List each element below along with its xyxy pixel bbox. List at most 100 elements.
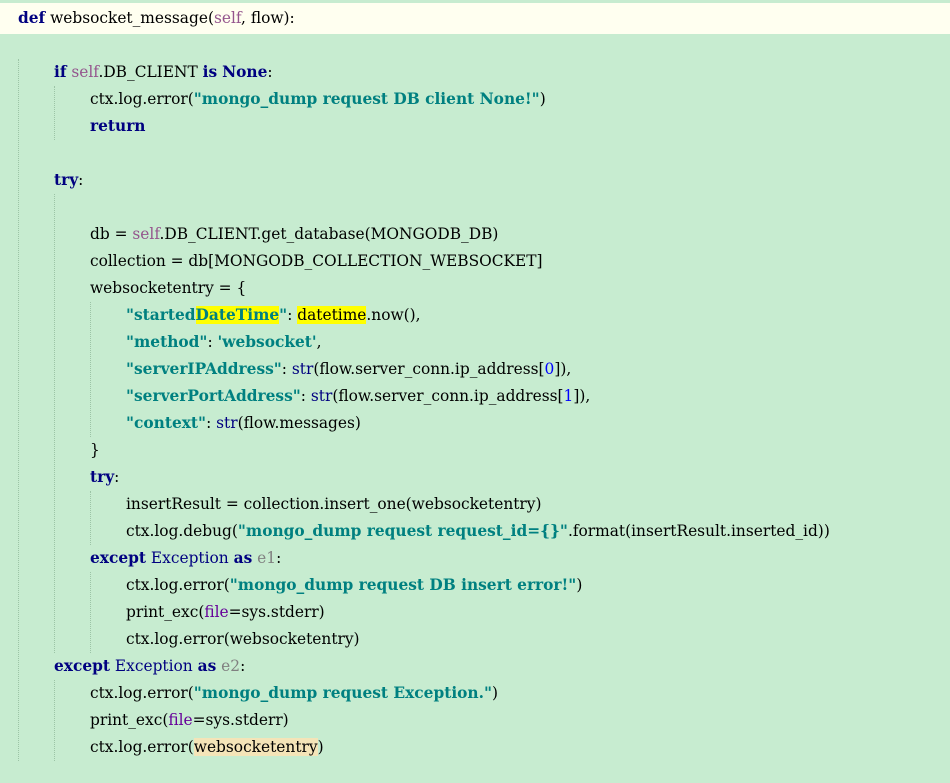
code-text: ctx.log.error(websocketentry) <box>126 626 360 653</box>
code-token: file <box>204 603 229 621</box>
code-text: return <box>90 113 146 140</box>
code-token: Exception <box>150 549 229 567</box>
code-line[interactable]: def websocket_message(self, flow): <box>0 3 950 34</box>
code-token: (flow.server_conn.ip_address[ <box>332 387 564 405</box>
code-line[interactable]: try: <box>0 464 950 491</box>
code-line[interactable]: except Exception as e1: <box>0 545 950 572</box>
code-line[interactable] <box>0 194 950 221</box>
code-token: str <box>291 360 314 378</box>
code-token: : <box>78 171 84 189</box>
code-token: def <box>18 9 46 27</box>
code-token: } <box>90 441 100 459</box>
code-text: } <box>90 437 100 464</box>
code-line[interactable]: ctx.log.error("mongo_dump request DB cli… <box>0 86 950 113</box>
code-text: insertResult = collection.insert_one(web… <box>126 491 541 518</box>
code-token: str <box>216 414 238 432</box>
code-token: : <box>276 549 282 567</box>
code-token: try <box>90 468 115 486</box>
code-line[interactable]: return <box>0 113 950 140</box>
code-line[interactable] <box>0 32 950 59</box>
code-token: 0 <box>544 360 555 378</box>
code-token: : <box>206 414 217 432</box>
code-line[interactable]: "serverIPAddress": str(flow.server_conn.… <box>0 356 950 383</box>
code-line[interactable]: "serverPortAddress": str(flow.server_con… <box>0 383 950 410</box>
indent-guide <box>54 194 55 653</box>
code-token: .DB_CLIENT.get_database(MONGODB_DB) <box>159 225 499 243</box>
code-token: websocketentry <box>193 738 318 756</box>
code-line[interactable]: collection = db[MONGODB_COLLECTION_WEBSO… <box>0 248 950 275</box>
code-token: =sys.stderr) <box>228 603 325 621</box>
code-token: is <box>202 63 218 81</box>
code-line[interactable]: db = self.DB_CLIENT.get_database(MONGODB… <box>0 221 950 248</box>
code-line[interactable]: if self.DB_CLIENT is None: <box>0 59 950 86</box>
code-token: ctx.log.debug( <box>126 522 238 540</box>
code-editor[interactable]: def websocket_message(self, flow): if sel… <box>0 0 950 783</box>
code-text: "serverIPAddress": str(flow.server_conn.… <box>126 356 571 383</box>
code-line[interactable]: ctx.log.error(websocketentry) <box>0 626 950 653</box>
code-line[interactable]: try: <box>0 167 950 194</box>
code-line[interactable]: "context": str(flow.messages) <box>0 410 950 437</box>
code-line[interactable]: ctx.log.error(websocketentry) <box>0 734 950 761</box>
code-token: : <box>281 360 292 378</box>
code-text: db = self.DB_CLIENT.get_database(MONGODB… <box>90 221 498 248</box>
code-token: "mongo_dump request request_id={}" <box>237 522 568 540</box>
code-line[interactable]: "startedDateTime": datetime.now(), <box>0 302 950 329</box>
code-token: ) <box>492 684 499 702</box>
code-token: 'websocket' <box>217 333 317 351</box>
code-token: (flow.messages) <box>237 414 361 432</box>
code-line[interactable]: } <box>0 437 950 464</box>
code-text: def websocket_message(self, flow): <box>18 3 295 34</box>
code-line[interactable] <box>0 140 950 167</box>
code-token: .format(insertResult.inserted_id)) <box>567 522 830 540</box>
code-token: .now(), <box>366 306 421 324</box>
code-token: : <box>240 657 246 675</box>
code-text: except Exception as e1: <box>90 545 281 572</box>
code-token: print_exc( <box>90 711 169 729</box>
code-token: websocketentry = { <box>90 279 247 297</box>
code-line[interactable]: ctx.log.error("mongo_dump request Except… <box>0 680 950 707</box>
code-text: print_exc(file=sys.stderr) <box>90 707 289 734</box>
code-token: except <box>54 657 111 675</box>
code-token: =sys.stderr) <box>192 711 289 729</box>
code-token: print_exc( <box>126 603 205 621</box>
code-token: : <box>207 333 218 351</box>
code-token: try <box>54 171 79 189</box>
code-token: ctx.log.error( <box>126 576 230 594</box>
code-text: try: <box>90 464 119 491</box>
code-token: 1 <box>563 387 574 405</box>
code-token: ctx.log.error( <box>90 684 194 702</box>
code-line[interactable]: websocketentry = { <box>0 275 950 302</box>
code-token: datetime <box>297 306 367 324</box>
code-token: ctx.log.error(websocketentry) <box>126 630 360 648</box>
code-token: : <box>300 387 311 405</box>
code-token: except <box>90 549 147 567</box>
code-token: as <box>197 657 217 675</box>
code-token: "mongo_dump request DB insert error!" <box>229 576 577 594</box>
code-token: : <box>287 306 298 324</box>
code-line[interactable]: print_exc(file=sys.stderr) <box>0 707 950 734</box>
code-line[interactable]: except Exception as e2: <box>0 653 950 680</box>
code-token: DateTime <box>195 306 280 324</box>
code-token: "mongo_dump request Exception." <box>193 684 492 702</box>
code-token: (flow.server_conn.ip_address[ <box>313 360 545 378</box>
code-line[interactable]: ctx.log.debug("mongo_dump request reques… <box>0 518 950 545</box>
code-text: if self.DB_CLIENT is None: <box>54 59 273 86</box>
code-line[interactable]: insertResult = collection.insert_one(web… <box>0 491 950 518</box>
code-text: ctx.log.error("mongo_dump request DB cli… <box>90 86 546 113</box>
code-token: websocket_message( <box>45 9 214 27</box>
indent-guide <box>54 86 55 140</box>
code-token: file <box>168 711 193 729</box>
code-token: insertResult = collection.insert_one(web… <box>126 495 542 513</box>
code-token: self <box>71 63 99 81</box>
code-text: ctx.log.error("mongo_dump request DB ins… <box>126 572 582 599</box>
code-text: try: <box>54 167 83 194</box>
code-line[interactable]: "method": 'websocket', <box>0 329 950 356</box>
code-line[interactable]: print_exc(file=sys.stderr) <box>0 599 950 626</box>
code-text: "method": 'websocket', <box>126 329 322 356</box>
code-token: : <box>114 468 120 486</box>
code-token: ]), <box>573 387 591 405</box>
code-line[interactable]: ctx.log.error("mongo_dump request DB ins… <box>0 572 950 599</box>
code-token: Exception <box>114 657 193 675</box>
code-token: ) <box>317 738 324 756</box>
code-token: self <box>132 225 160 243</box>
